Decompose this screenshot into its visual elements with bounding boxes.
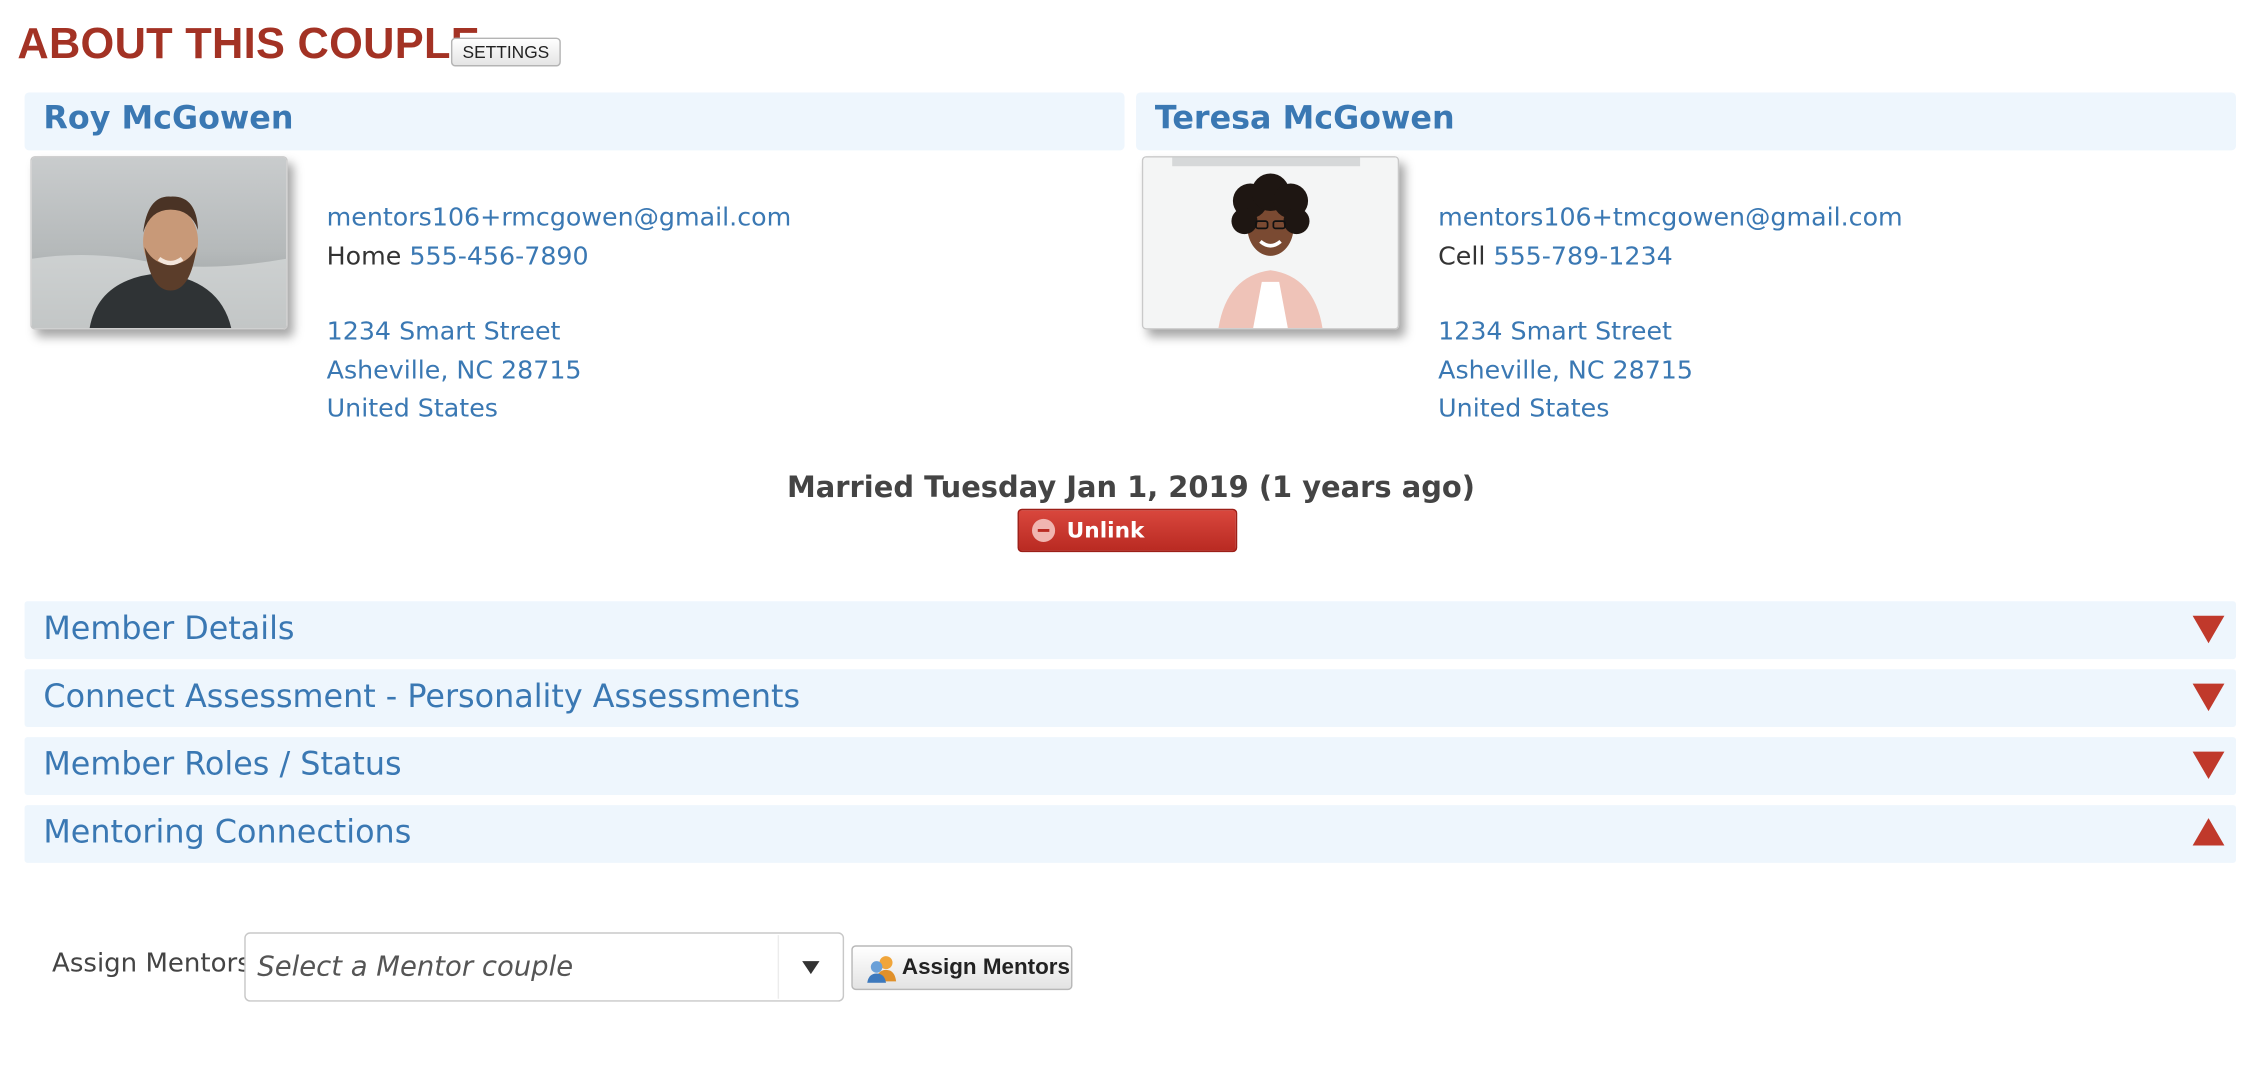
assign-mentors-button[interactable]: Assign Mentors [851,945,1073,991]
expand-arrow-icon[interactable] [2192,683,2225,712]
wife-contact: mentors106+tmcgowen@gmail.com Cell 555-7… [1438,199,1903,428]
wife-country[interactable]: United States [1438,390,1903,428]
couple-profile-page: ABOUT THIS COUPLE SETTINGS Roy McGowen m… [0,0,2262,1067]
husband-photo-image [31,157,287,329]
expand-arrow-icon[interactable] [2192,615,2225,644]
wife-phone-row: Cell 555-789-1234 [1438,238,1903,276]
section-member-details[interactable]: Member Details [24,601,2236,660]
husband-phone-link[interactable]: 555-456-7890 [409,242,588,271]
wife-photo-image [1143,157,1398,329]
wife-phone-label: Cell [1438,242,1486,272]
husband-street[interactable]: 1234 Smart Street [327,314,792,352]
section-member-roles[interactable]: Member Roles / Status [24,737,2236,795]
husband-photo[interactable] [30,156,288,330]
section-title: Mentoring Connections [43,815,412,852]
husband-city[interactable]: Asheville, NC 28715 [327,352,792,390]
section-mentoring-connections[interactable]: Mentoring Connections [24,805,2236,863]
husband-phone-row: Home 555-456-7890 [327,238,792,276]
husband-name-link[interactable]: Roy McGowen [43,101,293,137]
chevron-down-icon[interactable] [802,961,820,975]
husband-country[interactable]: United States [327,390,792,428]
section-connect-assessment[interactable]: Connect Assessment - Personality Assessm… [24,669,2236,728]
wife-street[interactable]: 1234 Smart Street [1438,314,1903,352]
select-divider [777,935,780,999]
wife-email-link[interactable]: mentors106+tmcgowen@gmail.com [1438,199,1903,237]
minus-circle-icon [1031,518,1056,543]
wife-photo[interactable] [1141,156,1400,330]
assign-mentors-button-label: Assign Mentors [901,955,1070,980]
assign-mentors-label: Assign Mentors [52,948,251,979]
unlink-spouses-label: Unlink Spouses [1066,517,1169,584]
husband-contact: mentors106+rmcgowen@gmail.com Home 555-4… [327,199,792,428]
wife-header: Teresa McGowen [1136,92,2236,151]
users-icon [867,956,897,983]
wife-name-link[interactable]: Teresa McGowen [1155,101,1455,137]
mentor-couple-select[interactable]: Select a Mentor couple [244,932,845,1002]
wife-phone-link[interactable]: 555-789-1234 [1493,242,1672,271]
section-title: Member Details [43,611,295,648]
husband-phone-label: Home [326,242,402,272]
expand-arrow-icon[interactable] [2192,751,2225,780]
collapse-arrow-icon[interactable] [2192,818,2225,846]
wife-city[interactable]: Asheville, NC 28715 [1438,352,1903,390]
settings-button[interactable]: SETTINGS [450,37,561,67]
unlink-spouses-button[interactable]: Unlink Spouses [1017,508,1238,584]
husband-email-link[interactable]: mentors106+rmcgowen@gmail.com [327,199,792,237]
page-title: ABOUT THIS COUPLE [17,20,480,68]
husband-header: Roy McGowen [24,92,1125,151]
mentor-select-placeholder: Select a Mentor couple [257,951,574,983]
section-title: Connect Assessment - Personality Assessm… [43,679,801,716]
section-title: Member Roles / Status [43,747,402,784]
marriage-info: Married Tuesday Jan 1, 2019 (1 years ago… [787,469,1475,505]
